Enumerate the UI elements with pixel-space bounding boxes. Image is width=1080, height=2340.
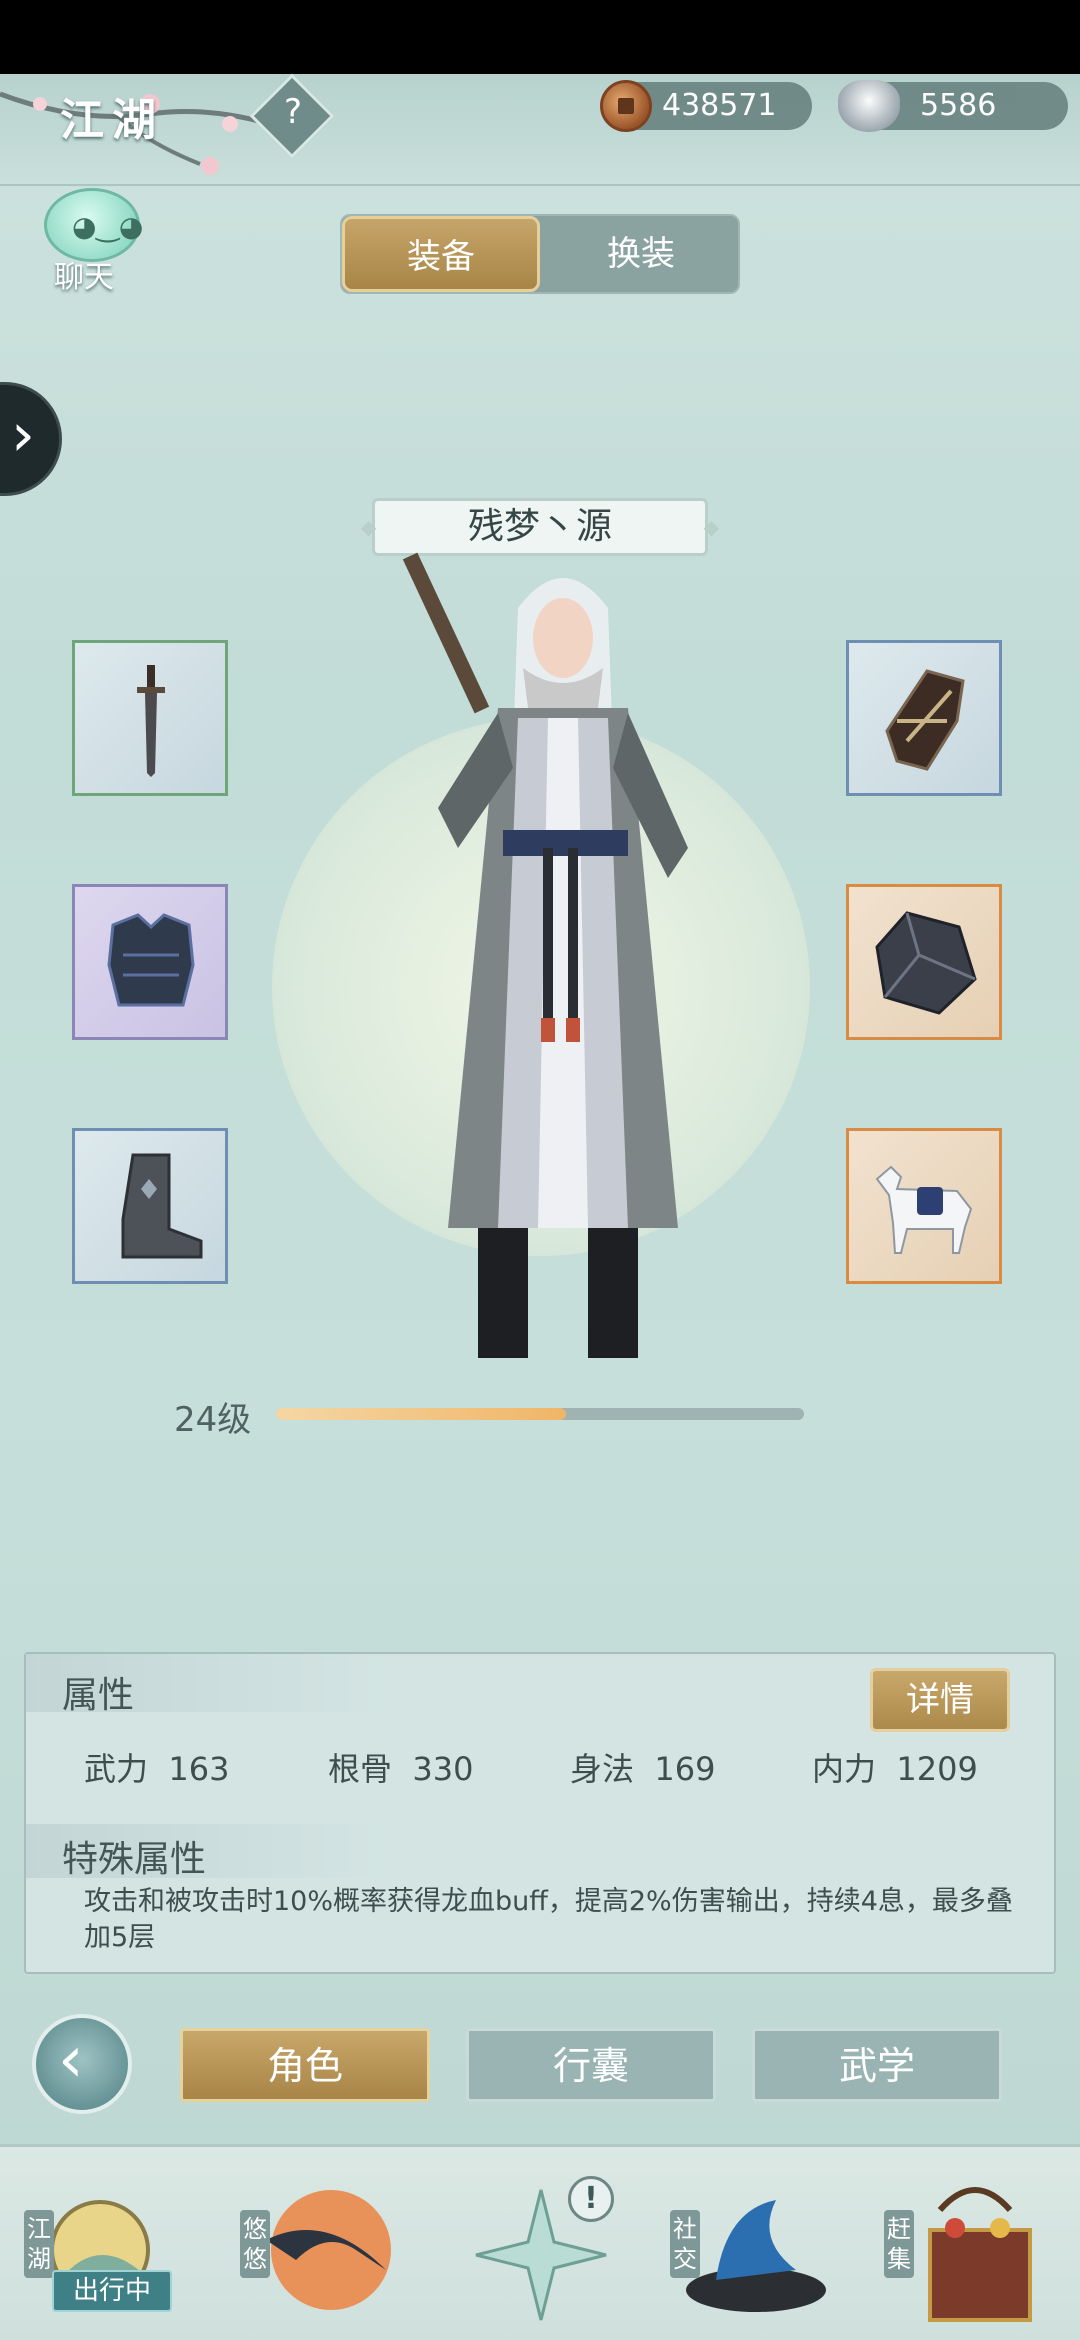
stat-label: 内力: [812, 1750, 877, 1788]
horse-icon: [875, 1165, 973, 1254]
character-model[interactable]: [398, 548, 728, 1378]
side-expand-button[interactable]: ›: [0, 382, 62, 496]
nav-role-button[interactable]: 角色: [180, 2028, 430, 2102]
region-title: 江湖: [60, 95, 164, 146]
exp-progress-fill: [276, 1408, 567, 1420]
alert-icon: !: [568, 2176, 614, 2222]
stat-value: 330: [412, 1750, 474, 1788]
back-arrow-icon: ‹: [58, 2023, 84, 2097]
bracer-icon: [885, 669, 965, 771]
equip-tab-group: 装备 换装: [340, 214, 740, 294]
dock-jianghu-label: 江湖: [24, 2210, 54, 2278]
chevron-right-icon: ›: [11, 400, 35, 470]
stat-label: 武力: [84, 1750, 149, 1788]
attributes-title: 属性: [62, 1675, 135, 1716]
dock-market-label: 赶集: [884, 2210, 914, 2278]
stat-label: 身法: [570, 1750, 635, 1788]
stat-value: 1209: [896, 1750, 978, 1788]
stat-inner-power: 内力 1209: [812, 1744, 978, 1790]
stat-value: 163: [168, 1750, 230, 1788]
stat-value: 169: [654, 1750, 716, 1788]
level-label: 24级: [174, 1400, 252, 1440]
question-icon: ?: [283, 92, 303, 132]
chat-face-icon: ◕‿◕: [72, 210, 144, 243]
stat-strength: 武力 163: [84, 1744, 229, 1790]
boot-icon: [121, 1153, 203, 1259]
stat-constitution: 根骨 330: [328, 1744, 473, 1790]
equip-slot-bracer[interactable]: [846, 640, 1002, 796]
silver-value: 5586: [920, 88, 997, 123]
gem-icon: [875, 911, 977, 1015]
equip-slot-armor[interactable]: [72, 884, 228, 1040]
equip-slot-gem[interactable]: [846, 884, 1002, 1040]
status-bar: [0, 0, 1080, 74]
dock-social[interactable]: 社交: [666, 2170, 826, 2330]
stat-agility: 身法 169: [570, 1744, 715, 1790]
copper-coin-icon: [600, 80, 652, 132]
attributes-panel: 属性 详情 武力 163 根骨 330 身法 169 内力 1209 特殊属性 …: [24, 1652, 1056, 1974]
special-attributes-text: 攻击和被攻击时10%概率获得龙血buff，提高2%伤害输出，持续4息，最多叠加5…: [84, 1886, 1013, 1953]
equip-slot-weapon[interactable]: [72, 640, 228, 796]
nav-bag-button[interactable]: 行囊: [466, 2028, 716, 2102]
special-attributes-title: 特殊属性: [62, 1839, 207, 1880]
exp-progress-bar: [276, 1408, 804, 1420]
dock-youyou-label: 悠悠: [240, 2210, 270, 2278]
back-button[interactable]: ‹: [32, 2014, 132, 2114]
silver-ingot-icon: [838, 80, 900, 132]
equip-slot-mount[interactable]: [846, 1128, 1002, 1284]
stat-label: 根骨: [328, 1750, 393, 1788]
tab-outfit[interactable]: 换装: [542, 216, 740, 292]
equip-slot-boots[interactable]: [72, 1128, 228, 1284]
dock-social-label: 社交: [670, 2210, 700, 2278]
outgoing-badge: 出行中: [52, 2270, 172, 2312]
sword-icon: [137, 665, 165, 777]
coin-counter[interactable]: 438571: [600, 80, 812, 132]
chat-label: 聊天: [54, 260, 114, 295]
dock-market[interactable]: 赶集: [880, 2170, 1032, 2330]
dock-youyou[interactable]: 悠悠: [236, 2170, 391, 2330]
coin-value: 438571: [662, 88, 777, 123]
silver-counter[interactable]: 5586: [838, 80, 1068, 132]
details-button[interactable]: 详情: [870, 1668, 1010, 1732]
armor-icon: [107, 913, 195, 1007]
nav-martial-button[interactable]: 武学: [752, 2028, 1002, 2102]
tab-equipment[interactable]: 装备: [342, 216, 540, 292]
